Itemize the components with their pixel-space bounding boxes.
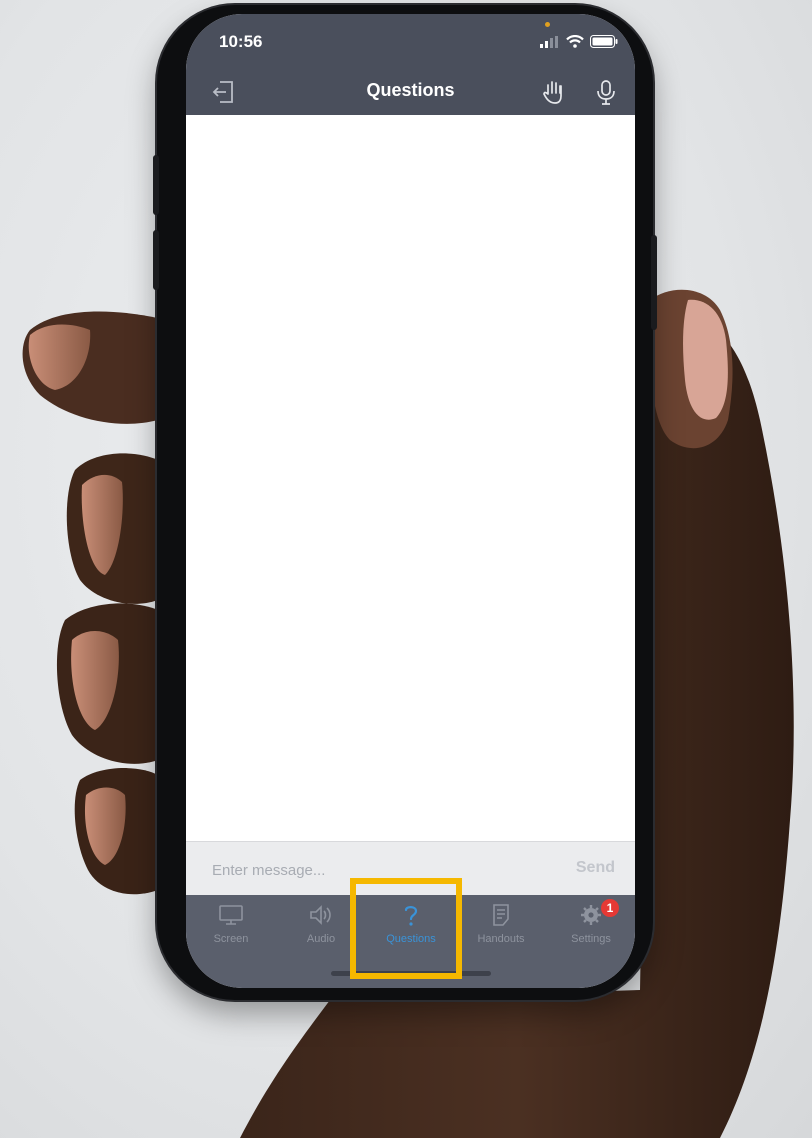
battery-icon bbox=[590, 35, 618, 48]
notification-badge: 1 bbox=[601, 899, 619, 917]
power-button bbox=[651, 235, 657, 330]
tab-label: Screen bbox=[213, 933, 249, 945]
tab-label: Settings bbox=[571, 933, 611, 945]
volume-up-button bbox=[153, 155, 159, 215]
signal-icon bbox=[540, 35, 558, 48]
tab-label: Audio bbox=[306, 933, 336, 945]
tab-handouts[interactable]: Handouts bbox=[456, 903, 546, 953]
wifi-icon bbox=[566, 35, 584, 48]
status-time: 10:56 bbox=[219, 32, 263, 51]
phone-screen: 10:56 Questions Enter message... Send Sc… bbox=[186, 14, 635, 988]
status-icons bbox=[540, 35, 618, 48]
speaker-icon bbox=[310, 905, 331, 925]
document-icon bbox=[493, 904, 509, 926]
status-bar: 10:56 bbox=[186, 14, 635, 70]
questions-tab-highlight bbox=[350, 878, 462, 979]
camera-indicator-dot bbox=[545, 22, 550, 27]
volume-down-button bbox=[153, 230, 159, 290]
tab-label: Handouts bbox=[477, 933, 525, 945]
raise-hand-icon[interactable] bbox=[540, 78, 568, 106]
monitor-icon bbox=[219, 905, 243, 925]
nav-bar: Questions bbox=[186, 70, 635, 115]
tab-settings[interactable]: 1 Settings bbox=[546, 899, 635, 953]
microphone-icon[interactable] bbox=[592, 78, 620, 106]
send-button[interactable]: Send bbox=[576, 859, 615, 877]
questions-list bbox=[186, 115, 635, 841]
tab-screen[interactable]: Screen bbox=[186, 903, 276, 953]
